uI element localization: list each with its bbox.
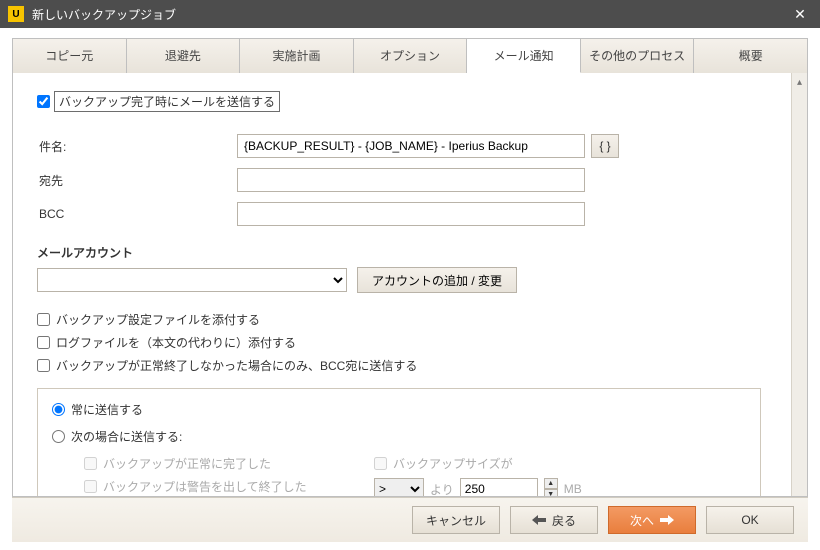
tab-source[interactable]: コピー元 — [12, 38, 127, 73]
conditions-group: 常に送信する 次の場合に送信する: バックアップが正常に完了した バ — [37, 388, 761, 496]
cond-size-label: バックアップサイズが — [393, 455, 513, 472]
cond-size-checkbox — [374, 457, 387, 470]
tab-pane-inner: バックアップ完了時にメールを送信する 件名: { } 宛先 BCC メールアカウ… — [13, 73, 791, 496]
size-spinner: ▲ ▼ — [544, 478, 558, 496]
subject-input[interactable] — [237, 134, 585, 158]
tab-options[interactable]: オプション — [354, 38, 468, 73]
send-when-label: 次の場合に送信する: — [71, 428, 182, 445]
size-threshold-row: > より ▲ ▼ MB — [374, 478, 746, 496]
titlebar: U 新しいバックアップジョブ ✕ — [0, 0, 820, 28]
to-label: 宛先 — [37, 172, 237, 189]
back-button[interactable]: 戻る — [510, 506, 598, 534]
size-compare-post: より — [430, 481, 454, 497]
tab-email[interactable]: メール通知 — [467, 38, 581, 73]
tab-schedule[interactable]: 実施計画 — [240, 38, 354, 73]
send-on-complete-label: バックアップ完了時にメールを送信する — [54, 91, 280, 112]
bcc-label: BCC — [37, 207, 237, 221]
always-send-radio[interactable] — [52, 403, 65, 416]
conditions-columns: バックアップが正常に完了した バックアップは警告を出して終了した バックアップ処… — [84, 455, 746, 496]
always-send-row: 常に送信する — [52, 401, 746, 418]
cancel-button[interactable]: キャンセル — [412, 506, 500, 534]
insert-variable-button[interactable]: { } — [591, 134, 619, 158]
cond-ok-checkbox — [84, 457, 97, 470]
ok-label: OK — [741, 513, 758, 527]
account-add-edit-button[interactable]: アカウントの追加 / 変更 — [357, 267, 517, 293]
conditions-col-left: バックアップが正常に完了した バックアップは警告を出して終了した バックアップ処… — [84, 455, 344, 496]
cond-ok-row: バックアップが正常に完了した — [84, 455, 344, 472]
subject-row: 件名: { } — [37, 134, 761, 158]
cancel-label: キャンセル — [426, 512, 486, 529]
attach-settings-checkbox[interactable] — [37, 313, 50, 326]
ok-button[interactable]: OK — [706, 506, 794, 534]
next-label: 次へ — [630, 512, 654, 529]
tab-destination[interactable]: 退避先 — [127, 38, 241, 73]
cond-ok-label: バックアップが正常に完了した — [103, 455, 271, 472]
size-unit: MB — [564, 482, 582, 496]
always-send-label: 常に送信する — [71, 401, 143, 418]
size-compare-select[interactable]: > — [374, 478, 424, 496]
tabstrip: コピー元 退避先 実施計画 オプション メール通知 その他のプロセス 概要 — [12, 38, 808, 73]
bcc-row: BCC — [37, 202, 761, 226]
tab-summary[interactable]: 概要 — [694, 38, 808, 73]
account-row: アカウントの追加 / 変更 — [37, 267, 761, 293]
bcc-on-fail-label: バックアップが正常終了しなかった場合にのみ、BCC宛に送信する — [56, 357, 417, 374]
attach-log-row: ログファイルを（本文の代わりに）添付する — [37, 334, 761, 351]
account-section-title: メールアカウント — [37, 244, 761, 261]
cond-warn-row: バックアップは警告を出して終了した — [84, 478, 344, 495]
send-on-complete-checkbox[interactable] — [37, 95, 50, 108]
arrow-left-icon — [532, 515, 546, 525]
bcc-input[interactable] — [237, 202, 585, 226]
attach-log-checkbox[interactable] — [37, 336, 50, 349]
cond-warn-checkbox — [84, 480, 97, 493]
cond-warn-label: バックアップは警告を出して終了した — [103, 478, 307, 495]
tab-pane: バックアップ完了時にメールを送信する 件名: { } 宛先 BCC メールアカウ… — [12, 73, 808, 497]
tab-other-processes[interactable]: その他のプロセス — [581, 38, 695, 73]
to-row: 宛先 — [37, 168, 761, 192]
subject-label: 件名: — [37, 138, 237, 155]
account-select[interactable] — [37, 268, 347, 292]
client-area: コピー元 退避先 実施計画 オプション メール通知 その他のプロセス 概要 バッ… — [0, 28, 820, 550]
attach-log-label: ログファイルを（本文の代わりに）添付する — [56, 334, 296, 351]
app-icon: U — [8, 6, 24, 22]
cond-size-row: バックアップサイズが — [374, 455, 746, 472]
window-title: 新しいバックアップジョブ — [32, 6, 788, 23]
bcc-on-fail-row: バックアップが正常終了しなかった場合にのみ、BCC宛に送信する — [37, 357, 761, 374]
send-on-complete-row: バックアップ完了時にメールを送信する — [37, 91, 761, 112]
footer: キャンセル 戻る 次へ OK — [12, 497, 808, 542]
scroll-up-icon[interactable]: ▴ — [797, 77, 802, 88]
scrollbar[interactable]: ▴ — [791, 73, 807, 496]
size-value-input[interactable] — [460, 478, 538, 496]
size-spin-up[interactable]: ▲ — [544, 478, 558, 489]
next-button[interactable]: 次へ — [608, 506, 696, 534]
send-when-row: 次の場合に送信する: — [52, 428, 746, 445]
conditions-col-right: バックアップサイズが > より ▲ ▼ MB — [374, 455, 746, 496]
back-label: 戻る — [552, 512, 576, 529]
attach-settings-row: バックアップ設定ファイルを添付する — [37, 311, 761, 328]
to-input[interactable] — [237, 168, 585, 192]
send-when-radio[interactable] — [52, 430, 65, 443]
arrow-right-icon — [660, 515, 674, 525]
close-icon[interactable]: ✕ — [788, 6, 812, 23]
size-spin-down[interactable]: ▼ — [544, 489, 558, 496]
attach-settings-label: バックアップ設定ファイルを添付する — [56, 311, 260, 328]
bcc-on-fail-checkbox[interactable] — [37, 359, 50, 372]
